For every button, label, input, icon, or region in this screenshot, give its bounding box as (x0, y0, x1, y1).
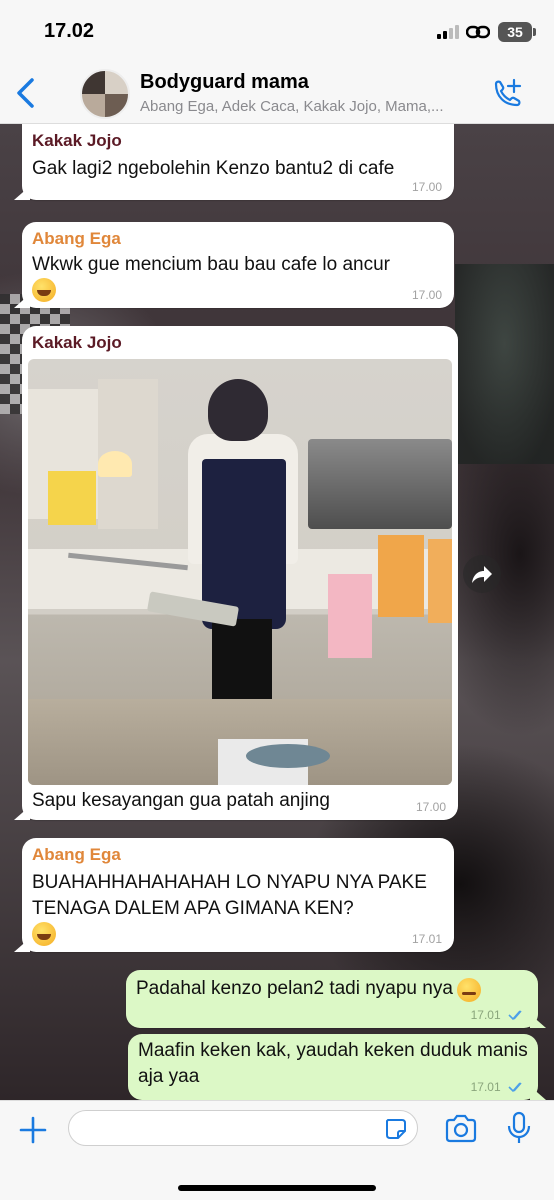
laughing-emoji-icon (32, 922, 56, 946)
composer-bar (0, 1100, 554, 1200)
message-text: Gak lagi2 ngebolehin Kenzo bantu2 di caf… (32, 158, 395, 179)
message-time: 17.00 (411, 180, 442, 194)
battery-icon: 35 (498, 22, 536, 42)
message-photo[interactable] (28, 359, 452, 785)
photo-head (208, 379, 268, 441)
read-check-icon (508, 1010, 522, 1021)
message-time: 17.00 (415, 800, 446, 814)
message-bubble-outgoing[interactable]: Padahal kenzo pelan2 tadi nyapu nya 17.0… (126, 970, 538, 1028)
photo-coffee-machine (308, 439, 452, 529)
message-bubble-outgoing[interactable]: Maafin keken kak, yaudah keken duduk man… (128, 1034, 538, 1100)
photo-poster (378, 535, 424, 617)
message-text: Wkwk gue mencium bau bau cafe lo ancur (32, 254, 391, 275)
back-chevron-icon[interactable] (12, 76, 40, 110)
message-sender: Kakak Jojo (32, 131, 122, 150)
camera-icon[interactable] (444, 1114, 478, 1144)
photo-cushion (246, 744, 330, 768)
microphone-icon[interactable] (506, 1111, 532, 1145)
relieved-emoji-icon (457, 977, 482, 1002)
add-call-icon[interactable] (490, 78, 524, 110)
message-bubble[interactable]: Abang Ega Wkwk gue mencium bau bau cafe … (22, 222, 454, 308)
message-time: 17.01 (470, 1080, 501, 1094)
link-icon (466, 25, 490, 39)
group-members[interactable]: Abang Ega, Adek Caca, Kakak Jojo, Mama,.… (140, 98, 480, 115)
message-text: BUAHAHHAHAHAHAH LO NYAPU NYA PAKE TENAGA… (32, 872, 427, 919)
chat-header: Bodyguard mama Abang Ega, Adek Caca, Kak… (0, 58, 554, 124)
message-time: 17.00 (411, 288, 442, 302)
photo-poster (328, 574, 372, 658)
photo-person (178, 379, 308, 699)
message-sender: Abang Ega (32, 229, 121, 248)
photo-poster (428, 539, 452, 623)
wallpaper-shadow (455, 264, 554, 464)
photo-legs (212, 619, 272, 699)
status-time: 17.02 (44, 20, 95, 42)
forward-arrow-icon (472, 566, 492, 583)
message-sender: Abang Ega (32, 845, 121, 864)
message-input[interactable] (68, 1110, 418, 1146)
laughing-emoji-icon (32, 278, 56, 302)
message-time: 17.01 (411, 932, 442, 946)
home-indicator (178, 1185, 376, 1191)
message-time-status: 17.01 (471, 1008, 526, 1022)
group-avatar[interactable] (80, 69, 130, 119)
group-title[interactable]: Bodyguard mama (140, 71, 309, 94)
message-sender: Kakak Jojo (32, 333, 122, 352)
read-check-icon (508, 1082, 522, 1093)
photo-boxes (48, 471, 96, 525)
message-time: 17.01 (470, 1008, 501, 1022)
message-time-status: 17.01 (471, 1080, 526, 1094)
message-text: Maafin keken kak, yaudah keken duduk man… (138, 1040, 528, 1087)
photo-lamp (98, 451, 132, 477)
message-text: Padahal kenzo pelan2 tadi nyapu nya (136, 978, 453, 999)
forward-button[interactable] (463, 555, 501, 593)
status-bar: 17.02 35 (0, 0, 554, 58)
message-bubble[interactable]: Kakak Jojo Gak lagi2 ngebolehin Kenzo ba… (22, 124, 454, 200)
signal-icon (437, 25, 459, 39)
image-caption: Sapu kesayangan gua patah anjing (32, 790, 330, 811)
plus-icon[interactable] (18, 1115, 48, 1145)
message-bubble[interactable]: Abang Ega BUAHAHHAHAHAHAH LO NYAPU NYA P… (22, 838, 454, 952)
sticker-icon[interactable] (384, 1117, 408, 1141)
